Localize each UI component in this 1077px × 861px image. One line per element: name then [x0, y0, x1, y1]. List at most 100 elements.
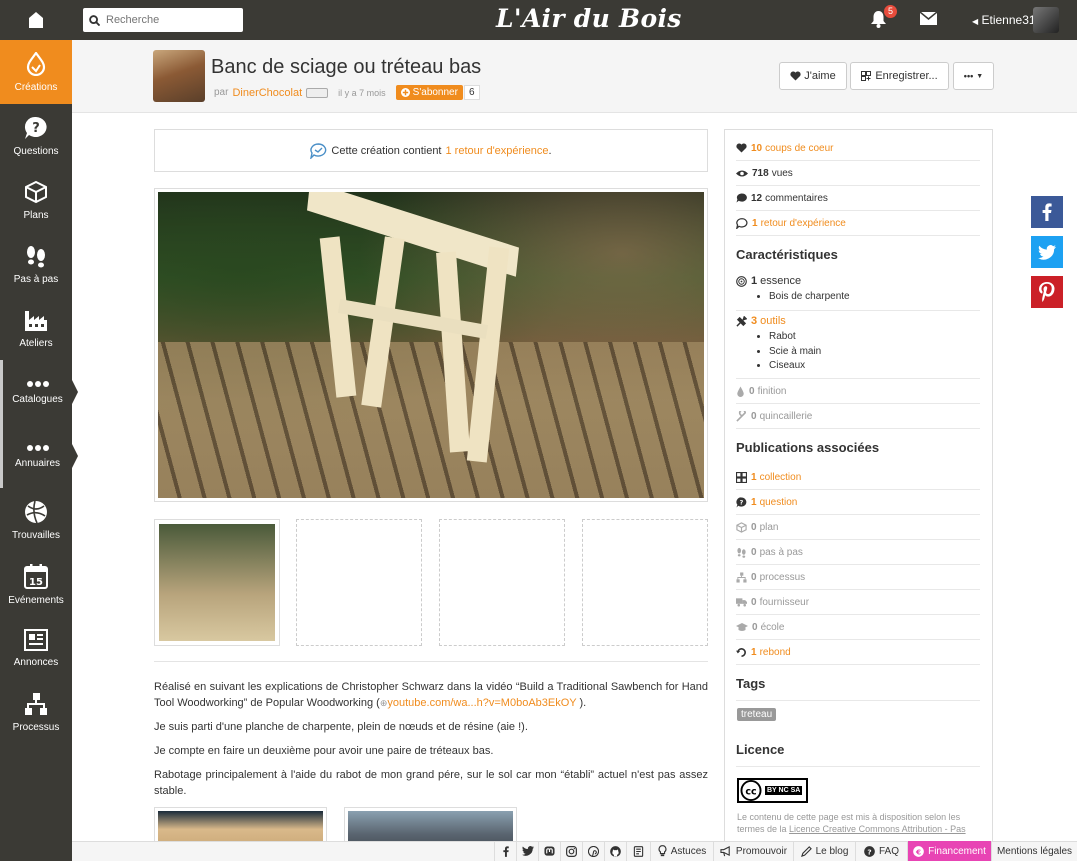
sidebar-item-label: Evénements: [8, 594, 64, 606]
question-icon: ?: [736, 496, 747, 508]
cube-icon: [25, 180, 47, 203]
pub-pas-a-pas[interactable]: 0 pas à pas: [736, 540, 980, 565]
sidebar-item-label: Pas à pas: [13, 273, 59, 285]
comment-icon: [736, 193, 747, 203]
sidebar-item-creations[interactable]: Créations: [0, 40, 72, 104]
thumbnail-empty: [439, 519, 565, 646]
euro-icon: €: [913, 845, 924, 857]
pub-processus[interactable]: 0 processus: [736, 565, 980, 590]
more-options-button[interactable]: ••• ▼: [953, 62, 994, 90]
share-facebook-button[interactable]: [1031, 196, 1063, 228]
creation-thumbnail[interactable]: [153, 50, 205, 102]
description-p2: Je suis parti d'une planche de charpente…: [154, 721, 528, 733]
wrench-icon: [736, 410, 746, 422]
creation-time: il y a 7 mois: [338, 87, 386, 98]
dots-icon: [26, 444, 49, 451]
calendar-day: 15: [29, 577, 43, 588]
licence-link[interactable]: Licence Creative Commons Attribution - P…: [789, 824, 966, 834]
tag-treteau[interactable]: treteau: [737, 708, 777, 721]
footer-twitter-button[interactable]: [516, 841, 538, 861]
feedback-stat-link[interactable]: retour d'expérience: [761, 218, 846, 229]
list-item[interactable]: Bois de charpente: [769, 290, 980, 305]
thumbnail-1[interactable]: [154, 519, 280, 646]
sidebar-item-trouvailles[interactable]: Trouvailles: [0, 488, 72, 552]
footer-mastodon-button[interactable]: [538, 841, 560, 861]
megaphone-icon: [720, 845, 730, 856]
messages-button[interactable]: [919, 11, 938, 28]
tools-link[interactable]: outils: [760, 315, 786, 327]
footsteps-icon: [27, 245, 45, 267]
footer-mentions-button[interactable]: Mentions légales: [991, 841, 1077, 861]
sidebar-item-label: Annuaires: [14, 457, 61, 469]
essence-group: 1essence Bois de charpente: [736, 275, 980, 311]
sidebar-item-annonces[interactable]: Annonces: [0, 616, 72, 680]
description-p4: Rabotage principalement à l'aide du rabo…: [154, 769, 708, 797]
search-box[interactable]: [83, 8, 243, 32]
essence-list: Bois de charpente: [769, 290, 980, 305]
footer-github-button[interactable]: [604, 841, 626, 861]
footer-faq-button[interactable]: ? FAQ: [855, 841, 907, 861]
blog-icon: [633, 845, 644, 857]
footer-blog-button[interactable]: Le blog: [793, 841, 855, 861]
site-logo[interactable]: L'Air du Bois: [496, 4, 682, 33]
avatar[interactable]: [1033, 7, 1059, 33]
pub-fournisseur[interactable]: 0 fournisseur: [736, 590, 980, 615]
twitter-icon: [521, 846, 534, 856]
subscribe-button[interactable]: S'abonner: [395, 85, 463, 100]
sidebar-item-catalogues[interactable]: Catalogues: [0, 360, 78, 424]
feedback-link[interactable]: 1 retour d'expérience: [446, 145, 549, 157]
share-twitter-button[interactable]: [1031, 236, 1063, 268]
pub-collection[interactable]: 1 collection: [736, 465, 980, 490]
list-item[interactable]: Ciseaux: [769, 359, 980, 374]
author-link[interactable]: DinerChocolat: [232, 87, 302, 99]
pub-rebond[interactable]: 1 rebond: [736, 640, 980, 665]
sidebar-item-pas-a-pas[interactable]: Pas à pas: [0, 232, 72, 296]
likes-link[interactable]: coups de coeur: [765, 143, 833, 154]
page-title: Banc de sciage ou tréteau bas: [211, 56, 482, 78]
facebook-icon: [1042, 203, 1052, 221]
stat-views: 718 vues: [736, 161, 980, 186]
thumbnail-empty: [582, 519, 708, 646]
footer-promouvoir-button[interactable]: Promouvoir: [713, 841, 793, 861]
main-photo[interactable]: [154, 188, 708, 502]
sidebar-item-annuaires[interactable]: Annuaires: [0, 424, 78, 488]
home-button[interactable]: [0, 0, 72, 40]
photo-sawbench: [158, 192, 704, 498]
sidebar-item-label: Annonces: [13, 656, 59, 668]
user-menu[interactable]: ◀ Etienne31: [972, 13, 1036, 27]
footer-instagram-button[interactable]: [560, 841, 582, 861]
list-item[interactable]: Rabot: [769, 330, 980, 345]
feedback-text: Cette création contient: [331, 144, 442, 157]
pub-plan[interactable]: 0 plan: [736, 515, 980, 540]
author-grade-icon: [306, 87, 329, 98]
pub-question[interactable]: ? 1 question: [736, 490, 980, 515]
cc-badge-label: BY NC SA: [765, 786, 803, 795]
footer-pinterest-button[interactable]: [582, 841, 604, 861]
subscribe-count: 6: [463, 85, 480, 100]
sidebar-item-ateliers[interactable]: Ateliers: [0, 296, 72, 360]
like-label: J'aime: [804, 70, 836, 82]
rebound-icon: [736, 647, 746, 657]
heart-icon: [790, 71, 801, 81]
sidebar-item-processus[interactable]: Processus: [0, 680, 72, 744]
footer-rss-button[interactable]: [626, 841, 650, 861]
description-p1: Réalisé en suivant les explications de C…: [154, 681, 708, 709]
sidebar-item-plans[interactable]: Plans: [0, 168, 72, 232]
video-link[interactable]: youtube.com/wa...h?v=M0boAb3EkOY: [387, 697, 576, 709]
sidebar-item-evenements[interactable]: 15 Evénements: [0, 552, 72, 616]
feedback-icon: [736, 217, 748, 229]
svg-text:cc: cc: [745, 786, 757, 797]
footer-financement-button[interactable]: € Financement: [907, 841, 991, 861]
save-button[interactable]: Enregistrer...: [850, 62, 949, 90]
pub-ecole[interactable]: 0 école: [736, 615, 980, 640]
footer-facebook-button[interactable]: [494, 841, 516, 861]
by-label: par: [214, 87, 229, 98]
share-pinterest-button[interactable]: [1031, 276, 1063, 308]
cc-licence-badge[interactable]: cc BY NC SA: [737, 778, 808, 803]
search-input[interactable]: [106, 14, 236, 26]
sidebar-item-questions[interactable]: ? Questions: [0, 104, 72, 168]
collection-icon: [736, 471, 747, 483]
like-button[interactable]: J'aime: [779, 62, 847, 90]
list-item[interactable]: Scie à main: [769, 345, 980, 360]
footer-astuces-button[interactable]: Astuces: [650, 841, 713, 861]
